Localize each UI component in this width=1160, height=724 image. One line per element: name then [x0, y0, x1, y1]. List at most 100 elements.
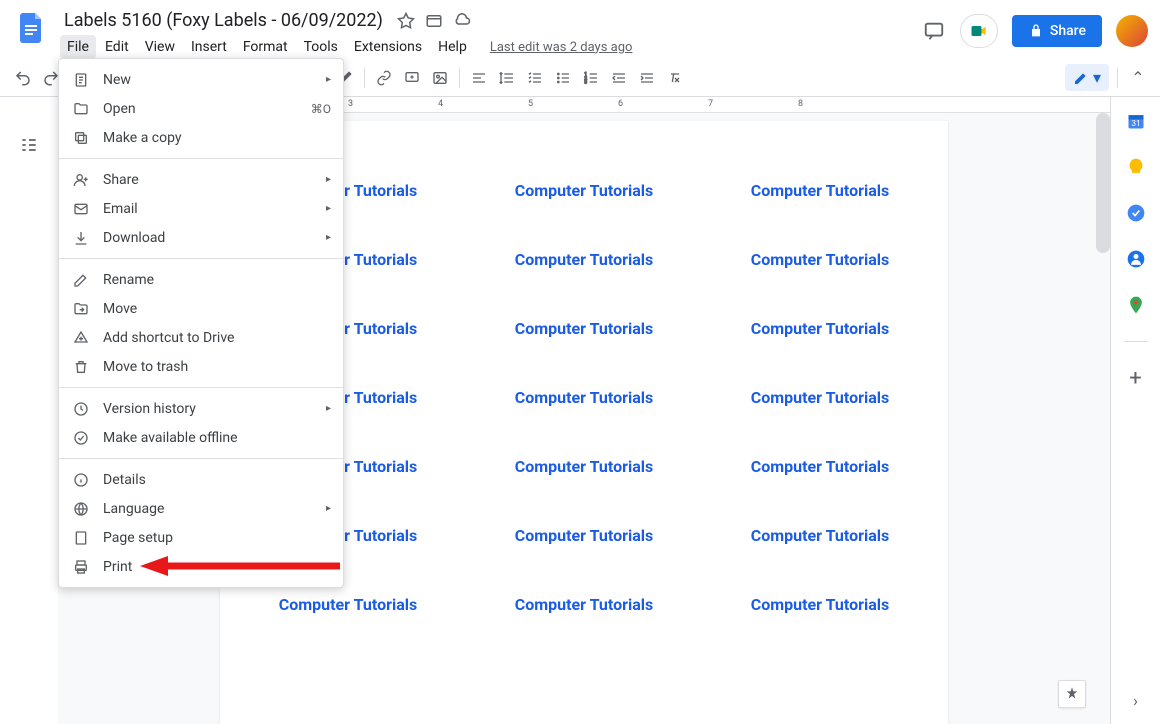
folder-icon [71, 101, 91, 117]
menu-insert[interactable]: Insert [184, 35, 234, 59]
insert-image-button[interactable] [427, 65, 453, 91]
star-icon[interactable] [397, 12, 415, 30]
file-menu-dropdown: New▸ Open⌘O Make a copy Share▸ Email▸ Do… [58, 58, 344, 588]
menu-details[interactable]: Details [59, 465, 343, 494]
print-icon [71, 559, 91, 575]
menu-email[interactable]: Email▸ [59, 194, 343, 223]
label-cell[interactable]: Computer Tutorials [712, 181, 928, 200]
undo-button[interactable] [10, 65, 36, 91]
maps-icon[interactable] [1126, 295, 1146, 315]
label-cell[interactable]: Computer Tutorials [476, 457, 692, 476]
dropdown-caret-icon: ▾ [1093, 68, 1101, 87]
label-cell[interactable]: Computer Tutorials [240, 595, 456, 614]
submenu-arrow-icon: ▸ [326, 503, 331, 514]
menu-share[interactable]: Share▸ [59, 165, 343, 194]
offline-icon [71, 430, 91, 446]
menu-view[interactable]: View [138, 35, 182, 59]
hide-menus-button[interactable]: ⌃ [1126, 66, 1150, 90]
keep-icon[interactable] [1126, 157, 1146, 177]
menu-rename[interactable]: Rename [59, 265, 343, 294]
menu-new[interactable]: New▸ [59, 65, 343, 94]
label-cell[interactable]: Computer Tutorials [712, 319, 928, 338]
cloud-status-icon[interactable] [453, 12, 471, 30]
bulleted-list-button[interactable] [550, 65, 576, 91]
mail-icon [71, 201, 91, 217]
meet-button[interactable] [960, 14, 998, 48]
label-cell[interactable]: Computer Tutorials [712, 595, 928, 614]
label-cell[interactable]: Computer Tutorials [712, 526, 928, 545]
menu-page-setup[interactable]: Page setup [59, 523, 343, 552]
link-button[interactable] [371, 65, 397, 91]
app-header: Labels 5160 (Foxy Labels - 06/09/2022) F… [0, 0, 1160, 59]
editing-mode-button[interactable]: ▾ [1065, 64, 1109, 91]
menu-trash[interactable]: Move to trash [59, 352, 343, 381]
ruler-tick: 5 [528, 99, 533, 109]
ruler-tick: 7 [708, 99, 713, 109]
menu-separator [59, 458, 343, 459]
menu-file[interactable]: File [60, 35, 96, 59]
menu-tools[interactable]: Tools [297, 35, 345, 59]
label-cell[interactable]: Computer Tutorials [476, 388, 692, 407]
share-button[interactable]: Share [1012, 15, 1102, 47]
menu-version-history[interactable]: Version history▸ [59, 394, 343, 423]
menu-print[interactable]: Print [59, 552, 343, 581]
menu-help[interactable]: Help [431, 35, 474, 59]
collapse-panel-icon[interactable]: › [1133, 691, 1138, 710]
label-cell[interactable]: Computer Tutorials [476, 181, 692, 200]
move-icon[interactable] [425, 12, 443, 30]
menu-extensions[interactable]: Extensions [347, 35, 429, 59]
calendar-icon[interactable]: 31 [1126, 111, 1146, 131]
outdent-button[interactable] [606, 65, 632, 91]
svg-text:3: 3 [584, 79, 587, 85]
pencil-icon [1073, 70, 1089, 86]
menu-download[interactable]: Download▸ [59, 223, 343, 252]
label-cell[interactable]: Computer Tutorials [712, 250, 928, 269]
add-addon-icon[interactable]: + [1126, 368, 1146, 388]
menu-open[interactable]: Open⌘O [59, 94, 343, 123]
numbered-list-button[interactable]: 123 [578, 65, 604, 91]
label-cell[interactable]: Computer Tutorials [712, 457, 928, 476]
user-plus-icon [71, 172, 91, 188]
label-cell[interactable]: Computer Tutorials [476, 319, 692, 338]
menu-make-copy[interactable]: Make a copy [59, 123, 343, 152]
account-avatar[interactable] [1116, 15, 1148, 47]
tasks-icon[interactable] [1126, 203, 1146, 223]
checklist-button[interactable] [522, 65, 548, 91]
submenu-arrow-icon: ▸ [326, 203, 331, 214]
submenu-arrow-icon: ▸ [326, 74, 331, 85]
line-spacing-button[interactable] [494, 65, 520, 91]
label-cell[interactable]: Computer Tutorials [476, 526, 692, 545]
outline-icon[interactable] [19, 135, 39, 159]
vertical-scrollbar[interactable] [1096, 113, 1110, 253]
menu-separator [59, 387, 343, 388]
title-area: Labels 5160 (Foxy Labels - 06/09/2022) F… [60, 8, 922, 59]
last-edit[interactable]: Last edit was 2 days ago [490, 40, 633, 55]
share-label: Share [1050, 23, 1086, 39]
doc-icon [71, 72, 91, 88]
explore-button[interactable] [1058, 680, 1086, 708]
menu-move[interactable]: Move [59, 294, 343, 323]
align-button[interactable] [466, 65, 492, 91]
comments-icon[interactable] [922, 19, 946, 43]
menu-format[interactable]: Format [236, 35, 295, 59]
history-icon [71, 401, 91, 417]
indent-button[interactable] [634, 65, 660, 91]
move-folder-icon [71, 301, 91, 317]
menu-add-shortcut[interactable]: Add shortcut to Drive [59, 323, 343, 352]
label-cell[interactable]: Computer Tutorials [476, 250, 692, 269]
submenu-arrow-icon: ▸ [326, 232, 331, 243]
menu-edit[interactable]: Edit [98, 35, 136, 59]
lock-icon [1028, 23, 1044, 39]
contacts-icon[interactable] [1126, 249, 1146, 269]
docs-logo[interactable] [12, 8, 52, 48]
ruler-tick: 6 [618, 99, 623, 109]
clear-formatting-button[interactable] [662, 65, 688, 91]
add-comment-button[interactable] [399, 65, 425, 91]
menu-offline[interactable]: Make available offline [59, 423, 343, 452]
doc-title[interactable]: Labels 5160 (Foxy Labels - 06/09/2022) [60, 8, 387, 33]
label-cell[interactable]: Computer Tutorials [476, 595, 692, 614]
side-panel: 31 + › [1110, 97, 1160, 724]
svg-text:31: 31 [1131, 119, 1140, 129]
label-cell[interactable]: Computer Tutorials [712, 388, 928, 407]
menu-language[interactable]: Language▸ [59, 494, 343, 523]
